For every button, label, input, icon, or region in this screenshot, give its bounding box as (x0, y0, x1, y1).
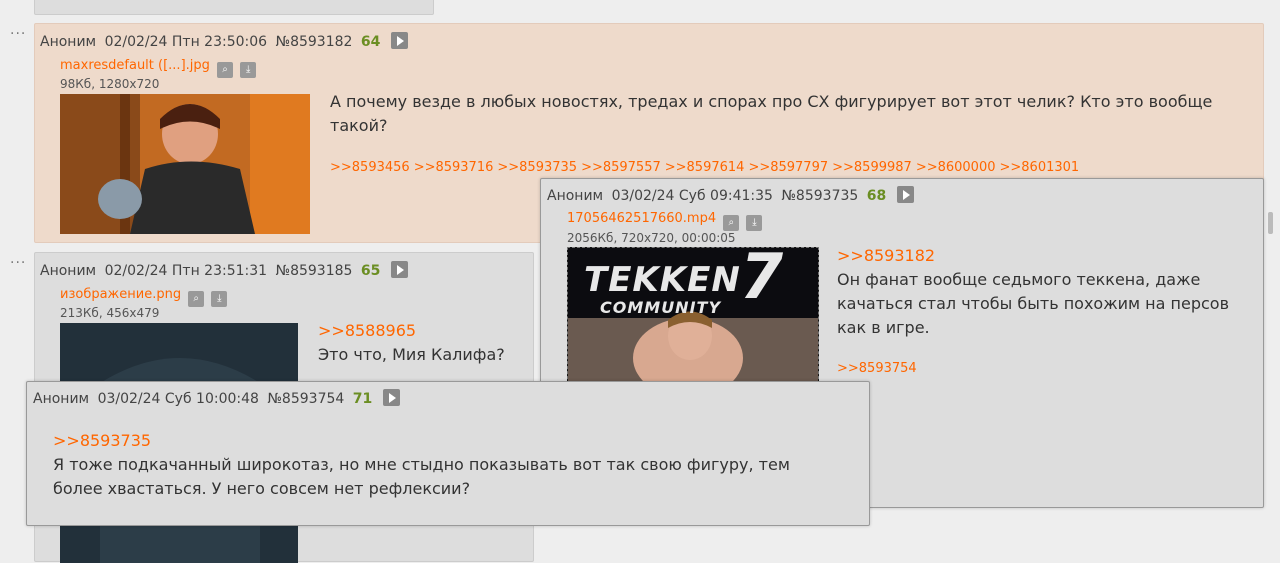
file-name-link[interactable]: 17056462517660.mp4 (567, 211, 716, 226)
post-header: Аноним 02/02/24 Птн 23:51:31 №8593185 65 (40, 261, 412, 279)
file-info: 98Кб, 1280x720 (60, 77, 160, 91)
post-date: 03/02/24 Суб 10:00:48 (97, 391, 259, 407)
thumbnail-art (60, 94, 310, 234)
play-icon[interactable] (390, 261, 408, 278)
play-icon[interactable] (390, 32, 408, 49)
post-id-link[interactable]: №8593182 (276, 34, 353, 50)
post-body: >>8588965 Это что, Мия Калифа? (318, 319, 528, 367)
popup-post-8593754: Аноним 03/02/24 Суб 10:00:48 №8593754 71… (26, 381, 870, 526)
file-name-link[interactable]: изображение.png (60, 287, 181, 302)
backlink[interactable]: >>8600000 (916, 160, 996, 175)
post-number: 71 (352, 391, 373, 407)
file-header: 17056462517660.mp4 ⌕ ⤓ (567, 211, 763, 231)
image-thumbnail[interactable] (60, 94, 310, 234)
post-menu-dots[interactable]: ··· (10, 255, 26, 271)
search-icon[interactable]: ⌕ (188, 291, 205, 307)
reply-link[interactable]: >>8588965 (318, 319, 528, 343)
backlink[interactable]: >>8597614 (665, 160, 745, 175)
thumbnail-subtitle: COMMUNITY (600, 298, 722, 317)
play-icon[interactable] (896, 186, 914, 203)
reply-link[interactable]: >>8593182 (837, 244, 1247, 268)
file-name-link[interactable]: maxresdefault ([...].jpg (60, 58, 210, 73)
backlink[interactable]: >>8593735 (497, 160, 577, 175)
backlink[interactable]: >>8597557 (581, 160, 661, 175)
post-menu-dots[interactable]: ··· (10, 26, 26, 42)
file-info: 213Кб, 456x479 (60, 306, 160, 320)
post-author: Аноним (547, 188, 604, 204)
download-icon[interactable]: ⤓ (211, 291, 228, 307)
post-author: Аноним (40, 34, 97, 50)
post-date: 02/02/24 Птн 23:51:31 (104, 263, 268, 279)
backlink[interactable]: >>8593456 (330, 160, 410, 175)
backlink[interactable]: >>8599987 (832, 160, 912, 175)
backlink[interactable]: >>8593716 (414, 160, 494, 175)
post-id-link[interactable]: №8593185 (276, 263, 353, 279)
backlink[interactable]: >>8597797 (748, 160, 828, 175)
file-header: изображение.png ⌕ ⤓ (60, 287, 228, 307)
post-text: А почему везде в любых новостях, тредах … (330, 92, 1213, 135)
thumbnail-title: TEKKEN (584, 260, 741, 300)
reply-link[interactable]: >>8593735 (53, 429, 843, 453)
post-author: Аноним (40, 263, 97, 279)
file-info: 2056Кб, 720x720, 00:00:05 (567, 231, 736, 245)
post-header: Аноним 03/02/24 Суб 10:00:48 №8593754 71 (33, 389, 404, 407)
post-author: Аноним (33, 391, 90, 407)
thumbnail-number: 7 (740, 247, 784, 313)
post-text: Это что, Мия Калифа? (318, 345, 505, 364)
post-id-link[interactable]: №8593735 (781, 188, 858, 204)
search-icon[interactable]: ⌕ (723, 215, 740, 231)
file-header: maxresdefault ([...].jpg ⌕ ⤓ (60, 58, 257, 78)
post-text: Я тоже подкачанный широкотаз, но мне сты… (53, 455, 790, 498)
previous-post-stub (34, 0, 434, 15)
post-header: Аноним 02/02/24 Птн 23:50:06 №8593182 64 (40, 32, 412, 50)
post-number: 68 (866, 188, 887, 204)
post-body: >>8593182 Он фанат вообще седьмого текке… (837, 244, 1247, 340)
backlinks: >>8593754 (837, 361, 921, 376)
post-text: Он фанат вообще седьмого теккена, даже к… (837, 270, 1230, 337)
post-number: 65 (360, 263, 381, 279)
play-icon[interactable] (382, 389, 400, 406)
download-icon[interactable]: ⤓ (746, 215, 763, 231)
video-thumbnail[interactable]: TEKKEN 7 COMMUNITY (567, 247, 819, 389)
backlink[interactable]: >>8601301 (1000, 160, 1080, 175)
post-id-link[interactable]: №8593754 (267, 391, 344, 407)
post-header: Аноним 03/02/24 Суб 09:41:35 №8593735 68 (547, 186, 918, 204)
download-icon[interactable]: ⤓ (240, 62, 257, 78)
backlink[interactable]: >>8593754 (837, 361, 917, 376)
post-date: 03/02/24 Суб 09:41:35 (611, 188, 773, 204)
post-date: 02/02/24 Птн 23:50:06 (104, 34, 268, 50)
post-number: 64 (360, 34, 381, 50)
post-body: >>8593735 Я тоже подкачанный широкотаз, … (53, 429, 843, 501)
backlinks: >>8593456 >>8593716 >>8593735 >>8597557 >>85… (330, 160, 1083, 175)
scrollbar-thumb[interactable] (1268, 212, 1273, 234)
search-icon[interactable]: ⌕ (217, 62, 234, 78)
